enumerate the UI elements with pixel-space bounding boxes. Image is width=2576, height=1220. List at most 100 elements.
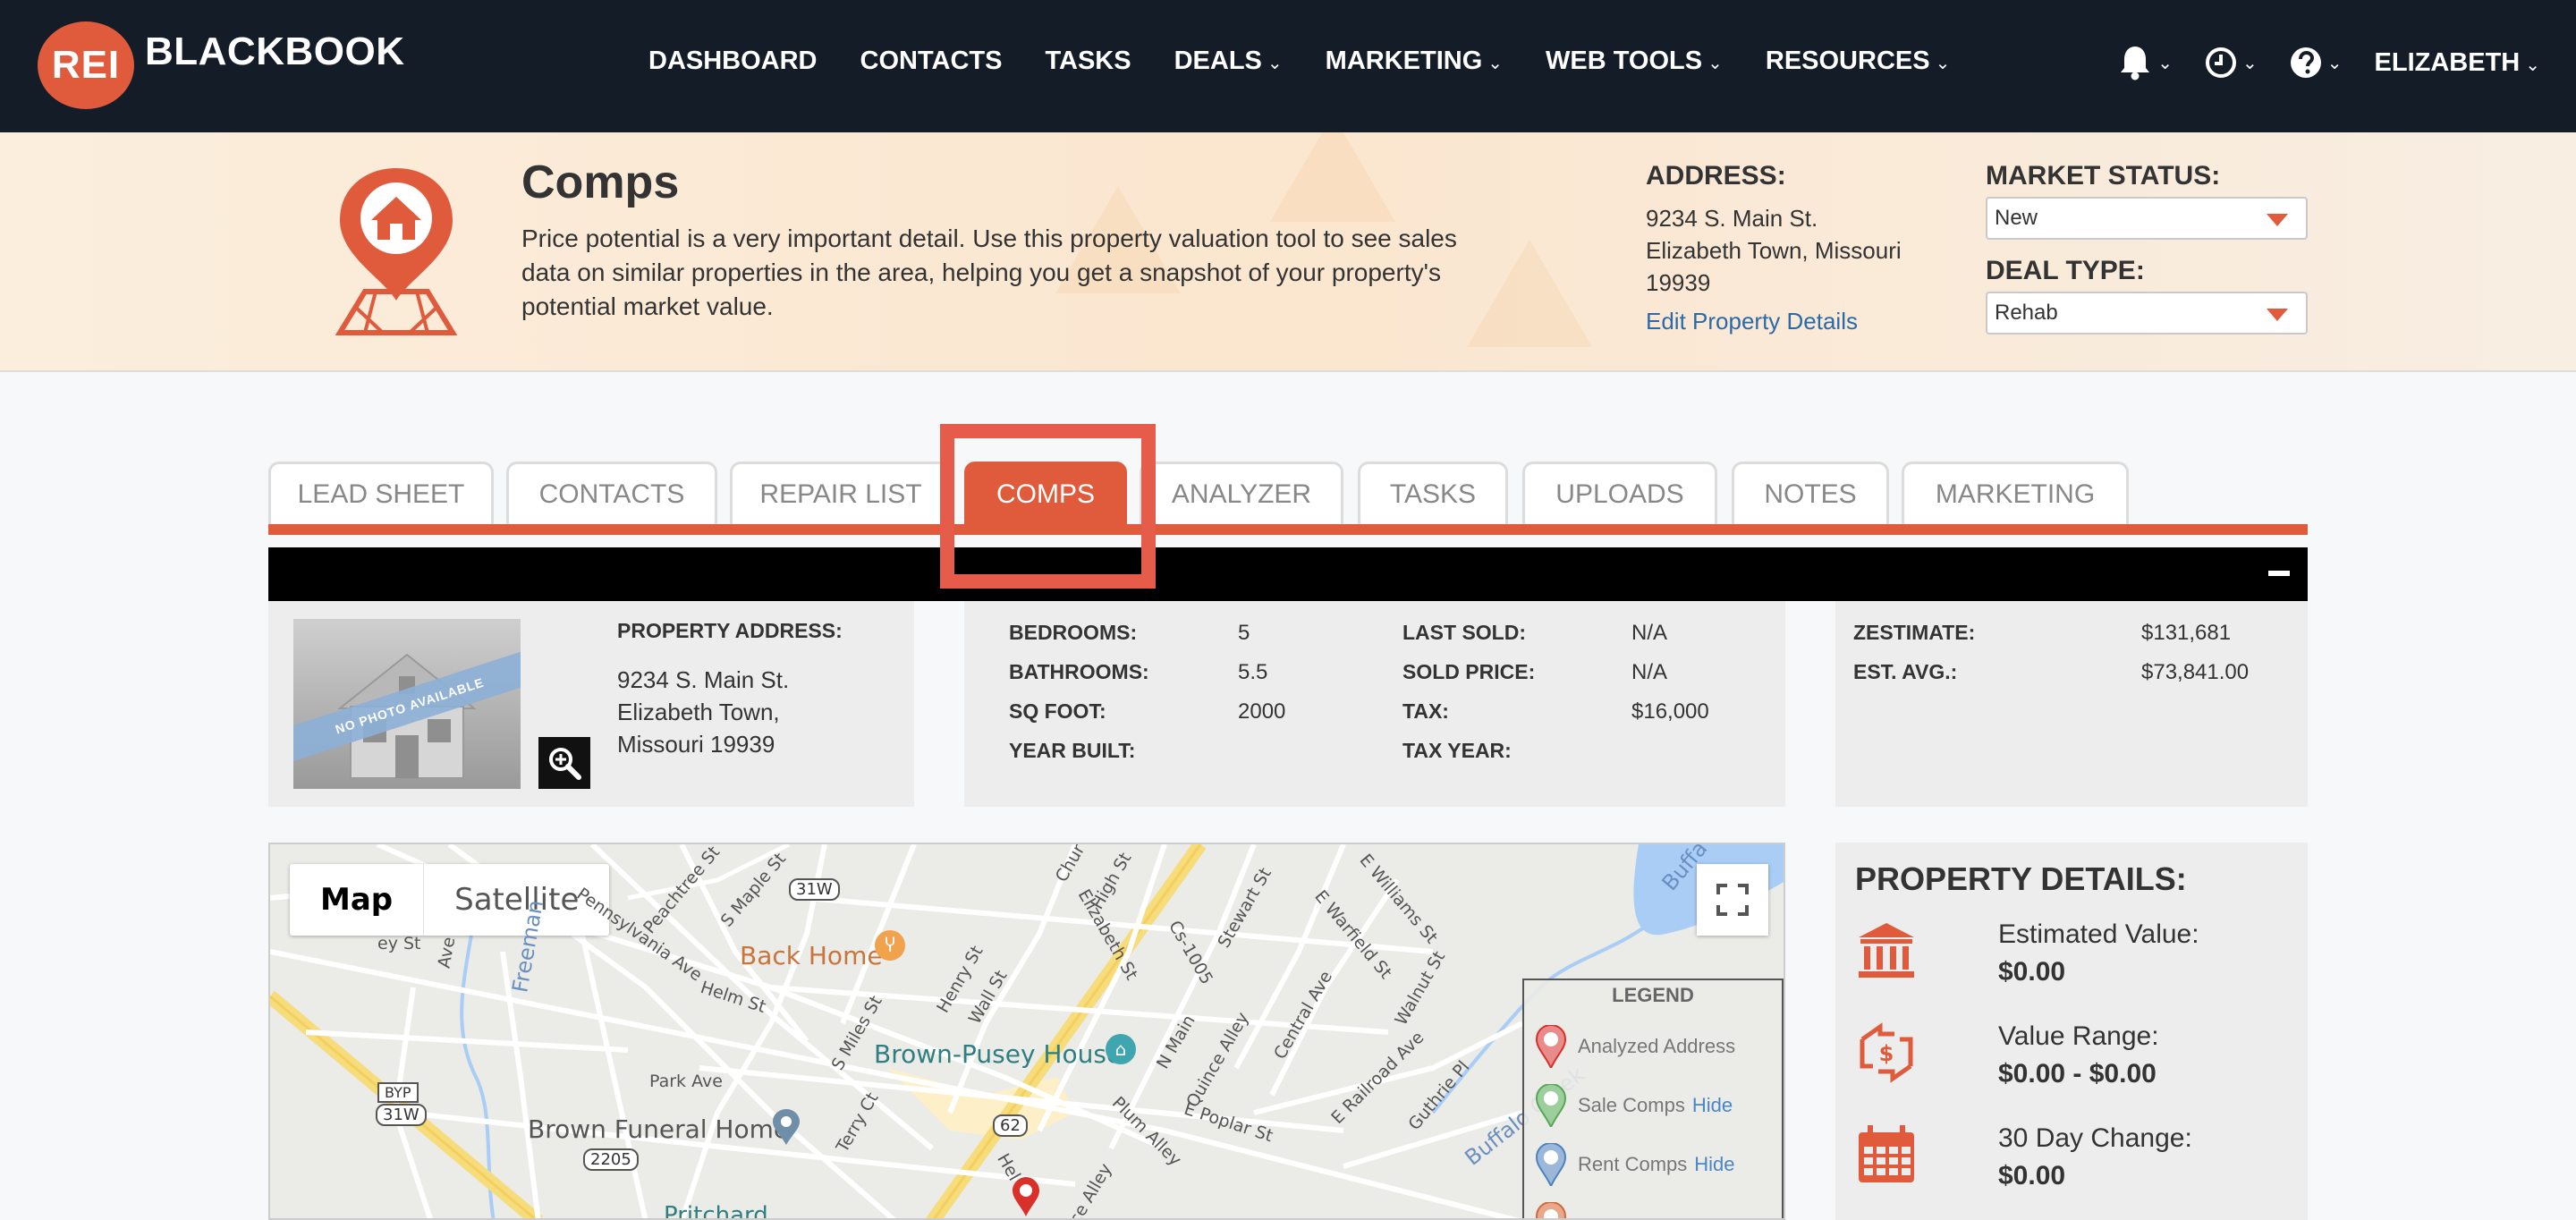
tab-contacts[interactable]: CONTACTS	[506, 462, 717, 524]
deal-type-label: DEAL TYPE:	[1986, 256, 2145, 285]
map-type-control: Map Satellite	[290, 864, 610, 936]
property-stats-panel: BEDROOMS: 5 BATHROOMS: 5.5 SQ FOOT: 2000…	[964, 601, 1785, 807]
deal-type-select[interactable]: Rehab	[1986, 292, 2308, 335]
street-label: Park Ave	[649, 1072, 723, 1091]
zestimate-value: $131,681	[2141, 621, 2232, 645]
logo[interactable]: REI BLACKBOOK	[38, 21, 404, 109]
user-menu[interactable]: ELIZABETH ⌄	[2375, 48, 2540, 78]
nav-contacts[interactable]: CONTACTS	[860, 47, 1003, 76]
bell-icon	[2121, 47, 2150, 80]
route-shield: 62	[993, 1114, 1028, 1137]
top-navigation: REI BLACKBOOK DASHBOARD CONTACTS TASKS D…	[0, 0, 2576, 132]
property-address: 9234 S. Main St. Elizabeth Town, Missour…	[617, 664, 894, 760]
edit-property-details-link[interactable]: Edit Property Details	[1646, 308, 1902, 335]
value-range-label: Value Range:	[1998, 1021, 2159, 1051]
route-shield: BYP	[377, 1082, 419, 1103]
chevron-down-icon: ⌄	[2157, 53, 2173, 73]
last-sold-value: N/A	[1631, 621, 1668, 645]
map-type-map-button[interactable]: Map	[290, 864, 425, 936]
help-menu[interactable]: ⌄	[2290, 47, 2343, 79]
nav-resources[interactable]: RESOURCES ⌄	[1766, 47, 1950, 76]
tab-analyzer[interactable]: ANALYZER	[1140, 462, 1343, 524]
history-menu[interactable]: ⌄	[2205, 47, 2258, 79]
map-legend: LEGEND Analyzed Address Sale Comps Hide …	[1522, 979, 1784, 1218]
main-menu: DASHBOARD CONTACTS TASKS DEALS ⌄ MARKETIN…	[648, 47, 1993, 76]
place-label: Back Home	[740, 941, 883, 970]
property-address-line: 9234 S. Main St.	[617, 666, 790, 693]
analyzed-address-marker[interactable]	[1011, 1177, 1041, 1216]
route-shield: 31W	[789, 878, 840, 901]
place-label: Brown Funeral Home	[528, 1114, 790, 1144]
museum-icon[interactable]: ⌂	[1106, 1034, 1136, 1064]
market-status-select[interactable]: New	[1986, 197, 2308, 240]
bedrooms-label: BEDROOMS:	[1009, 621, 1138, 644]
street-label: ey St	[377, 934, 421, 953]
route-shield: 31W	[376, 1104, 427, 1126]
property-photo[interactable]: NO PHOTO AVAILABLE	[293, 619, 521, 789]
place-label: Brown-Pusey House	[874, 1039, 1123, 1069]
nav-web-tools[interactable]: WEB TOOLS ⌄	[1546, 47, 1723, 76]
highlight-box	[940, 424, 1156, 589]
collapse-icon[interactable]	[2268, 571, 2290, 576]
comp-pin-icon	[1535, 1202, 1567, 1218]
valuation-panel: ZESTIMATE: $131,681 EST. AVG.: $73,841.0…	[1835, 601, 2308, 807]
legend-item: Sale Comps Hide	[1535, 1084, 1733, 1127]
tab-notes[interactable]: NOTES	[1732, 462, 1889, 524]
sq-foot-label: SQ FOOT:	[1009, 699, 1106, 723]
hide-rent-comps-link[interactable]: Hide	[1694, 1153, 1734, 1176]
chevron-down-icon: ⌄	[1487, 54, 1504, 73]
nav-dashboard[interactable]: DASHBOARD	[648, 47, 818, 76]
chevron-down-icon: ⌄	[1935, 54, 1951, 73]
analyzed-address-pin-icon	[1535, 1025, 1567, 1068]
chevron-down-icon: ⌄	[1267, 54, 1283, 73]
address-line: 19939	[1646, 269, 1711, 296]
address-line: 9234 S. Main St.	[1646, 205, 1818, 232]
hide-sale-comps-link[interactable]: Hide	[1692, 1094, 1733, 1117]
zestimate-label: ZESTIMATE:	[1853, 621, 1976, 644]
nav-deals[interactable]: DEALS ⌄	[1174, 47, 1283, 76]
status-block: MARKET STATUS: New DEAL TYPE: Rehab	[1986, 161, 2308, 351]
estimated-value-label: Estimated Value:	[1998, 919, 2199, 949]
estimated-value: $0.00	[1998, 957, 2066, 987]
year-built-label: YEAR BUILT:	[1009, 739, 1136, 762]
restaurant-icon[interactable]: Ⴤ	[875, 930, 905, 961]
bedrooms-value: 5	[1238, 621, 1250, 645]
address-block: ADDRESS: 9234 S. Main St. Elizabeth Town…	[1646, 161, 1902, 335]
tab-uploads[interactable]: UPLOADS	[1522, 462, 1717, 524]
magnifier-plus-icon	[549, 748, 581, 780]
sq-foot-value: 2000	[1238, 699, 1286, 724]
page-title: Comps	[521, 157, 680, 208]
address-line: Elizabeth Town, Missouri	[1646, 237, 1902, 264]
nav-tasks[interactable]: TASKS	[1045, 47, 1131, 76]
background-pattern	[1270, 132, 1395, 222]
nav-right: ⌄ ⌄ ⌄ ELIZABETH ⌄	[2086, 45, 2540, 80]
background-pattern	[1467, 240, 1592, 347]
tax-value: $16,000	[1631, 699, 1709, 724]
address-label: ADDRESS:	[1646, 161, 1786, 191]
sold-price-label: SOLD PRICE:	[1402, 660, 1536, 683]
notifications-menu[interactable]: ⌄	[2118, 45, 2173, 80]
tab-lead-sheet[interactable]: LEAD SHEET	[268, 462, 494, 524]
calendar-icon	[1859, 1125, 1914, 1182]
legend-item	[1535, 1202, 1567, 1218]
place-label: Pritchard	[664, 1202, 768, 1220]
comps-map[interactable]: Map Satellite Back Home Ⴤ Brown-Pusey Ho…	[268, 843, 1785, 1220]
zoom-photo-button[interactable]	[538, 737, 590, 789]
clock-icon	[2205, 47, 2236, 78]
value-range-icon: $	[1860, 1022, 1913, 1083]
logo-badge: REI	[38, 21, 134, 109]
chevron-down-icon: ⌄	[1707, 54, 1723, 73]
chevron-down-icon: ⌄	[2326, 53, 2343, 73]
dropdown-arrow-icon	[2267, 214, 2288, 226]
legend-title: LEGEND	[1612, 984, 1694, 1006]
property-address-line: Elizabeth Town,	[617, 699, 780, 725]
fullscreen-button[interactable]	[1697, 864, 1768, 936]
market-status-label: MARKET STATUS:	[1986, 161, 2221, 191]
bathrooms-label: BATHROOMS:	[1009, 660, 1149, 683]
property-address-label: PROPERTY ADDRESS:	[617, 619, 843, 642]
place-pin-icon[interactable]	[771, 1109, 801, 1145]
nav-marketing[interactable]: MARKETING ⌄	[1326, 47, 1503, 76]
tab-repair-list[interactable]: REPAIR LIST	[730, 462, 952, 524]
tab-tasks[interactable]: TASKS	[1358, 462, 1508, 524]
tab-marketing[interactable]: MARKETING	[1902, 462, 2129, 524]
